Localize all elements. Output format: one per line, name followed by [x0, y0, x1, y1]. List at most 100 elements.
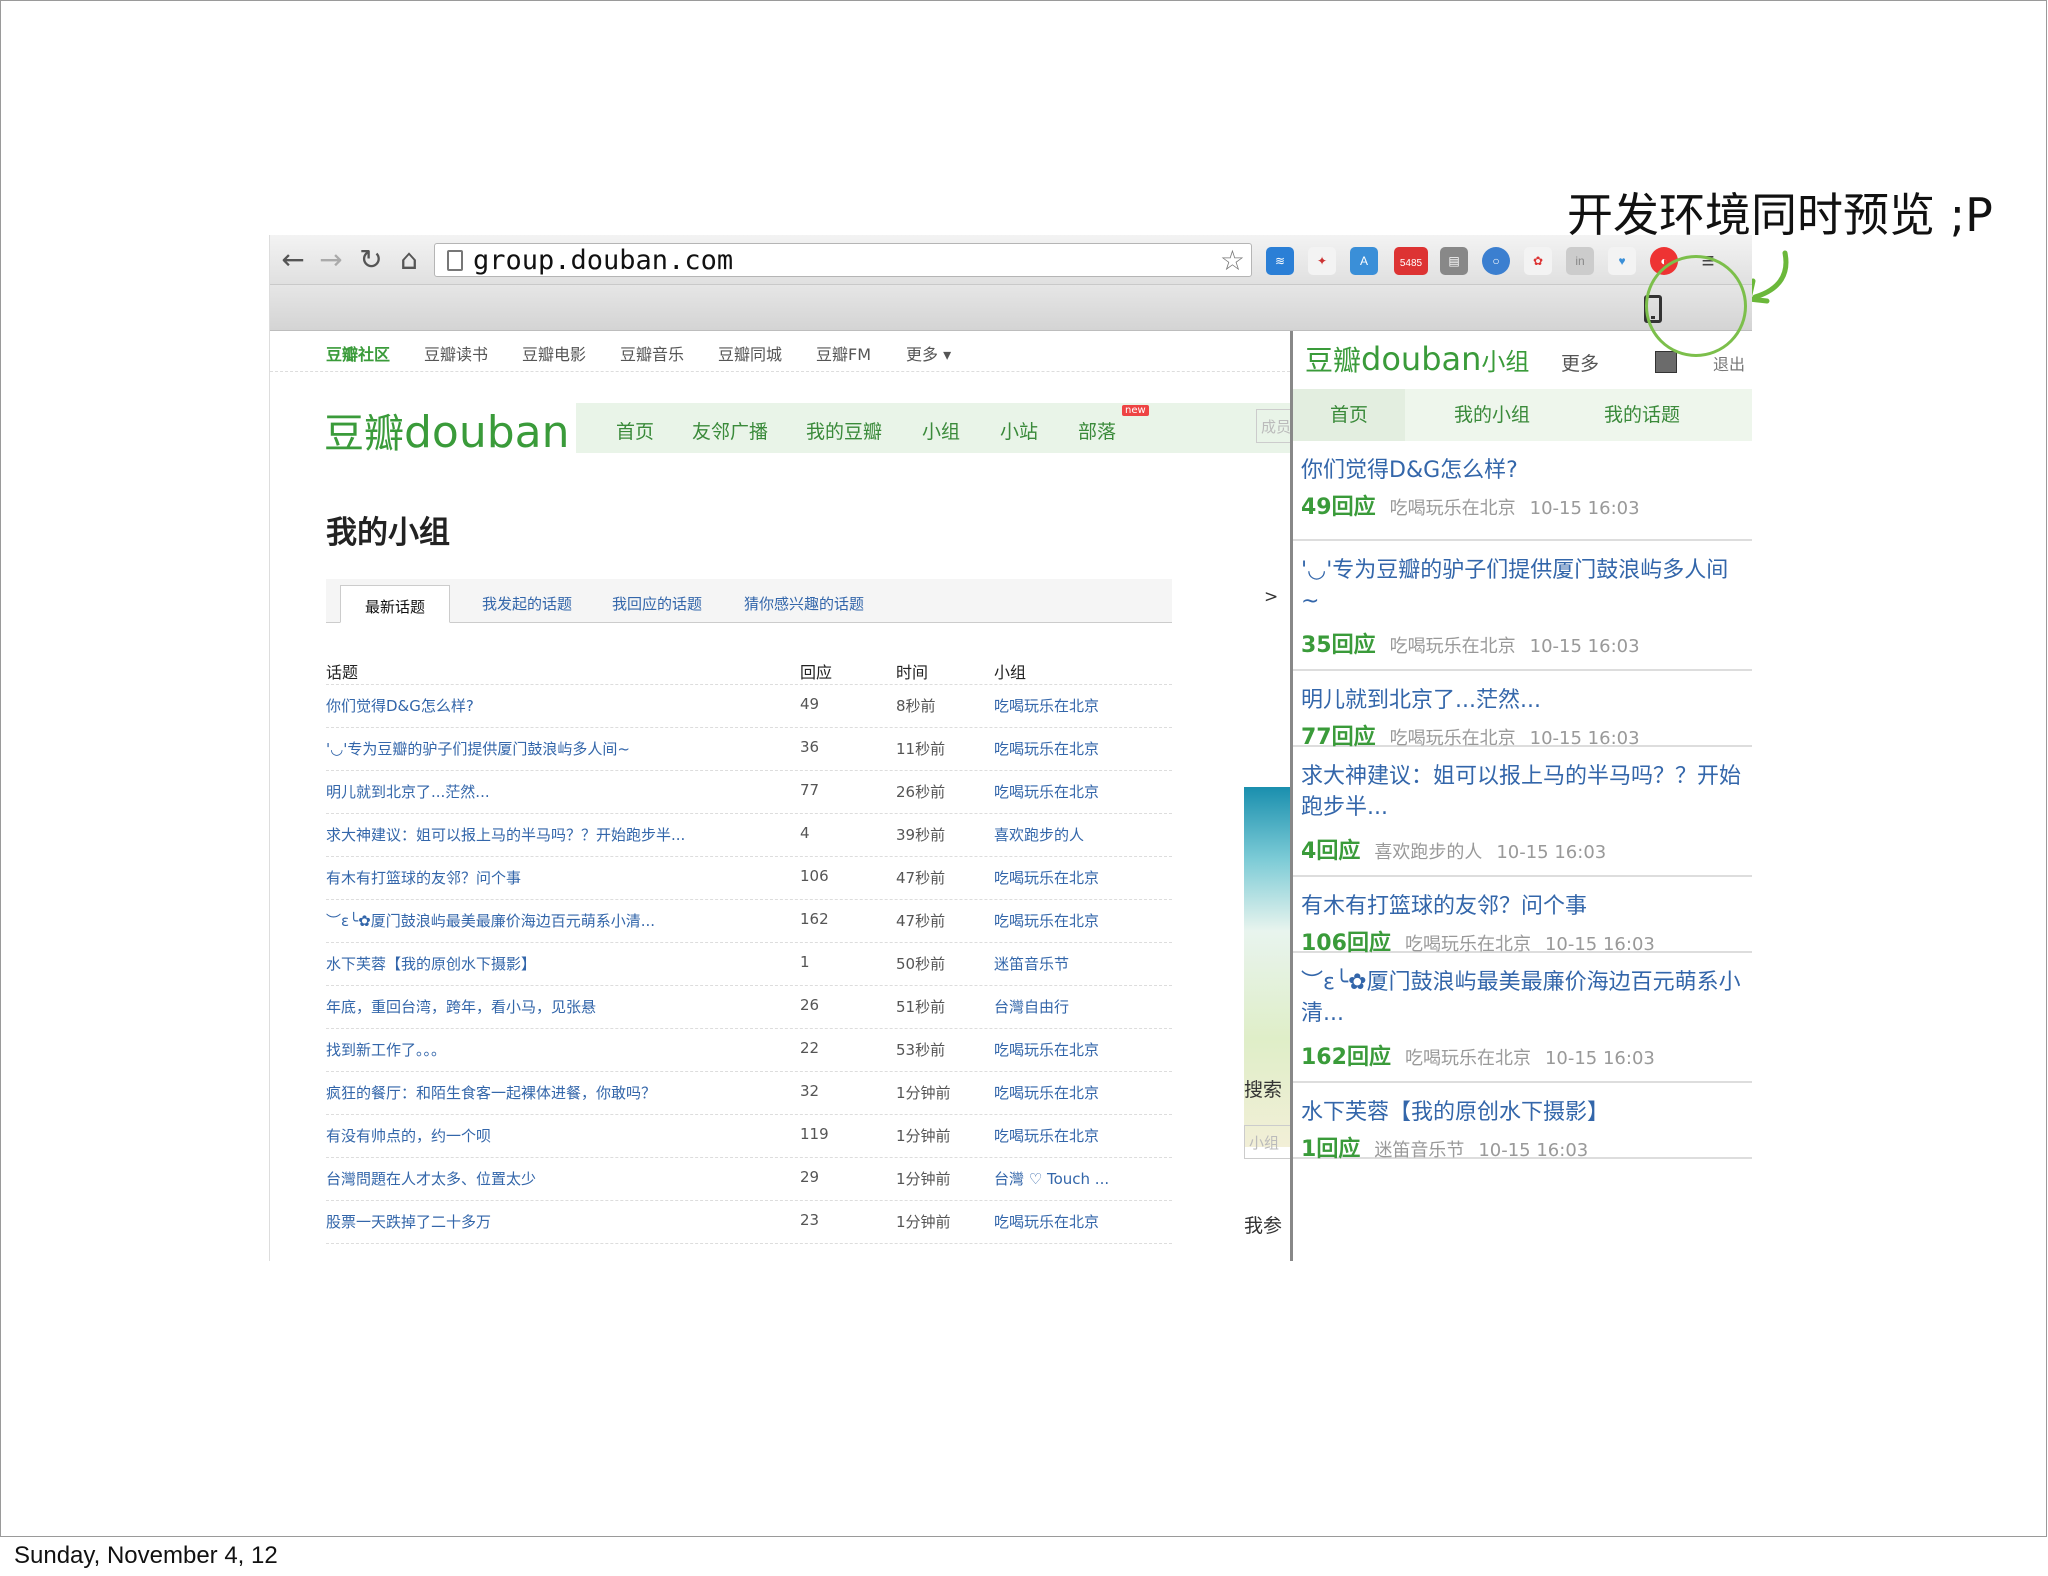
- extension-reader-icon[interactable]: ▤: [1440, 247, 1468, 275]
- reply-count: 119: [800, 1125, 829, 1143]
- topic-link[interactable]: 水下芙蓉【我的原创水下摄影】: [326, 953, 536, 974]
- group-link[interactable]: 吃喝玩乐在北京: [1390, 498, 1516, 519]
- extension-paw-icon[interactable]: ✿: [1524, 247, 1552, 275]
- topic-link[interactable]: 有木有打篮球的友邻？问个事: [326, 867, 521, 888]
- topic-link[interactable]: 有没有帅点的，约一个呗: [326, 1125, 491, 1146]
- group-link[interactable]: 吃喝玩乐在北京: [1405, 1048, 1531, 1069]
- group-link[interactable]: 吃喝玩乐在北京: [994, 1211, 1099, 1232]
- group-link[interactable]: 吃喝玩乐在北京: [1390, 636, 1516, 657]
- extension-heart-icon[interactable]: ♥: [1608, 247, 1636, 275]
- mobile-topic-title[interactable]: 水下芙蓉【我的原创水下摄影】: [1301, 1097, 1745, 1128]
- topnav-fm[interactable]: 豆瓣FM: [816, 341, 871, 365]
- extension-translate-icon[interactable]: A: [1350, 247, 1378, 275]
- home-icon[interactable]: ⌂: [392, 243, 426, 277]
- group-link[interactable]: 吃喝玩乐在北京: [994, 1082, 1099, 1103]
- group-link[interactable]: 吃喝玩乐在北京: [994, 1125, 1099, 1146]
- reply-count: 1: [800, 953, 810, 971]
- list-item[interactable]: 水下芙蓉【我的原创水下摄影】 1回应 迷笛音乐节 10-15 16:03: [1293, 1083, 1752, 1162]
- group-link[interactable]: 台灣 ♡ Touch ...: [994, 1168, 1109, 1189]
- reply-unit: 回应: [1331, 495, 1376, 520]
- mobile-topic-title[interactable]: ︶ε╰✿厦门鼓浪屿最美最廉价海边百元萌系小清...: [1301, 967, 1745, 1029]
- avatar[interactable]: [1655, 351, 1677, 373]
- reply-count: 4: [800, 824, 810, 842]
- topic-link[interactable]: '◡'专为豆瓣的驴子们提供厦门鼓浪屿多人间~: [326, 738, 630, 759]
- bookmark-star-icon[interactable]: ☆: [1220, 244, 1245, 277]
- mobile-logo[interactable]: 豆瓣douban小组: [1305, 339, 1529, 379]
- group-link[interactable]: 喜欢跑步的人: [1374, 842, 1482, 863]
- group-link[interactable]: 吃喝玩乐在北京: [994, 1039, 1099, 1060]
- address-bar[interactable]: group.douban.com ☆: [434, 243, 1252, 277]
- mobile-topic-title[interactable]: 明儿就到北京了...茫然...: [1301, 685, 1745, 716]
- mainnav-sites[interactable]: 小站: [1000, 417, 1038, 444]
- list-item[interactable]: ︶ε╰✿厦门鼓浪屿最美最廉价海边百元萌系小清... 162回应 吃喝玩乐在北京 10-…: [1293, 953, 1752, 1083]
- mobile-topic-title[interactable]: 有木有打篮球的友邻？问个事: [1301, 891, 1745, 922]
- tab-latest[interactable]: 最新话题: [340, 585, 451, 623]
- forward-arrow-icon[interactable]: →: [314, 243, 348, 277]
- topic-link[interactable]: ︶ε╰✿厦门鼓浪屿最美最廉价海边百元萌系小清...: [326, 910, 655, 931]
- reply-count: 22: [800, 1039, 820, 1057]
- group-link[interactable]: 台灣自由行: [994, 996, 1069, 1017]
- mobile-topic-title[interactable]: 求大神建议：姐可以报上马的半马吗？？开始跑步半...: [1301, 761, 1745, 823]
- back-arrow-icon[interactable]: ←: [276, 243, 310, 277]
- topic-link[interactable]: 年底，重回台湾，跨年，看小马，见张悬: [326, 996, 596, 1017]
- mobile-topic-title[interactable]: 你们觉得D&G怎么样?: [1301, 455, 1745, 486]
- side-search-input[interactable]: 小组: [1244, 1125, 1290, 1159]
- topic-link[interactable]: 疯狂的餐厅：和陌生食客一起裸体进餐，你敢吗？: [326, 1082, 656, 1103]
- mainnav-friends[interactable]: 友邻广播: [692, 417, 768, 444]
- extension-gmail-icon[interactable]: 5485: [1394, 247, 1428, 275]
- group-link[interactable]: 吃喝玩乐在北京: [1390, 728, 1516, 749]
- topnav-more[interactable]: 更多 ▾: [906, 341, 951, 365]
- topic-link[interactable]: 台灣問題在人才太多、位置太少: [326, 1168, 536, 1189]
- mobile-tab-home[interactable]: 首页: [1293, 389, 1405, 441]
- list-item[interactable]: 有木有打篮球的友邻？问个事 106回应 吃喝玩乐在北京 10-15 16:03: [1293, 877, 1752, 956]
- group-link[interactable]: 吃喝玩乐在北京: [1405, 934, 1531, 955]
- group-link[interactable]: 吃喝玩乐在北京: [994, 695, 1099, 716]
- topnav-book[interactable]: 豆瓣读书: [424, 341, 488, 365]
- topnav-community[interactable]: 豆瓣社区: [326, 341, 390, 365]
- topnav-location[interactable]: 豆瓣同城: [718, 341, 782, 365]
- extension-waves-icon[interactable]: ≋: [1266, 247, 1294, 275]
- list-item[interactable]: 求大神建议：姐可以报上马的半马吗？？开始跑步半... 4回应 喜欢跑步的人 10-15…: [1293, 747, 1752, 877]
- table-row: 有没有帅点的，约一个呗 119 1分钟前 吃喝玩乐在北京: [326, 1115, 1172, 1158]
- extension-globe-icon[interactable]: ○: [1482, 247, 1510, 275]
- reply-count: 23: [800, 1211, 820, 1229]
- group-link[interactable]: 吃喝玩乐在北京: [994, 781, 1099, 802]
- table-row: ︶ε╰✿厦门鼓浪屿最美最廉价海边百元萌系小清... 162 47秒前 吃喝玩乐在北京: [326, 900, 1172, 943]
- mobile-tab-mytopics[interactable]: 我的话题: [1577, 389, 1707, 441]
- mainnav-tribe[interactable]: 部落: [1078, 417, 1116, 444]
- tab-started[interactable]: 我发起的话题: [482, 593, 572, 614]
- tab-replied[interactable]: 我回应的话题: [612, 593, 702, 614]
- group-link[interactable]: 吃喝玩乐在北京: [994, 867, 1099, 888]
- tab-suggested[interactable]: 猜你感兴趣的话题: [744, 593, 864, 614]
- group-link[interactable]: 吃喝玩乐在北京: [994, 910, 1099, 931]
- topic-time: 11秒前: [896, 740, 946, 758]
- list-item[interactable]: 明儿就到北京了...茫然... 77回应 吃喝玩乐在北京 10-15 16:03: [1293, 671, 1752, 750]
- mainnav-home[interactable]: 首页: [616, 417, 654, 444]
- topic-link[interactable]: 找到新工作了。。。: [326, 1039, 446, 1060]
- group-link[interactable]: 喜欢跑步的人: [994, 824, 1084, 845]
- group-link[interactable]: 吃喝玩乐在北京: [994, 738, 1099, 759]
- douban-logo[interactable]: 豆瓣douban: [324, 401, 570, 459]
- mainnav-mydouban[interactable]: 我的豆瓣: [806, 417, 882, 444]
- logo-cn: 豆瓣: [324, 411, 404, 457]
- topic-link[interactable]: 明儿就到北京了...茫然...: [326, 781, 490, 802]
- group-link[interactable]: 迷笛音乐节: [1374, 1140, 1464, 1161]
- extension-linkedin-icon[interactable]: in: [1566, 247, 1594, 275]
- group-link[interactable]: 迷笛音乐节: [994, 953, 1069, 974]
- mobile-topic-title[interactable]: '◡'专为豆瓣的驴子们提供厦门鼓浪屿多人间~: [1301, 555, 1745, 617]
- search-input[interactable]: 成员: [1256, 409, 1290, 443]
- topic-link[interactable]: 求大神建议：姐可以报上马的半马吗？？开始跑步半...: [326, 824, 685, 845]
- topic-link[interactable]: 你们觉得D&G怎么样?: [326, 695, 474, 716]
- mobile-tab-mygroups[interactable]: 我的小组: [1427, 389, 1557, 441]
- topic-link[interactable]: 股票一天跌掉了二十多万: [326, 1211, 491, 1232]
- mobile-more-link[interactable]: 更多: [1561, 349, 1599, 376]
- topnav-music[interactable]: 豆瓣音乐: [620, 341, 684, 365]
- mainnav-groups[interactable]: 小组: [922, 417, 960, 444]
- reload-icon[interactable]: ↻: [354, 243, 388, 277]
- mobile-logout-link[interactable]: 退出: [1713, 351, 1745, 375]
- topnav-movie[interactable]: 豆瓣电影: [522, 341, 586, 365]
- reply-count: 77: [800, 781, 820, 799]
- list-item[interactable]: '◡'专为豆瓣的驴子们提供厦门鼓浪屿多人间~ 35回应 吃喝玩乐在北京 10-15 1…: [1293, 541, 1752, 671]
- extension-pin-icon[interactable]: ✦: [1308, 247, 1336, 275]
- list-item[interactable]: 你们觉得D&G怎么样? 49回应 吃喝玩乐在北京 10-15 16:03: [1293, 441, 1752, 541]
